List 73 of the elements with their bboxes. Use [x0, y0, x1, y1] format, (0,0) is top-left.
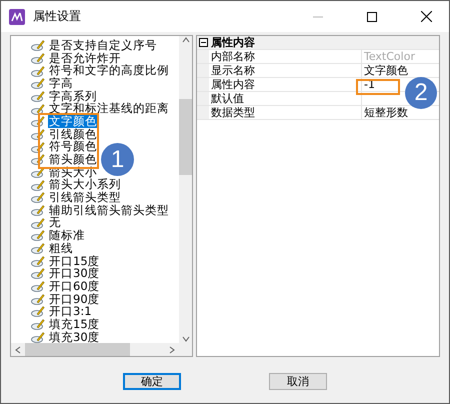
tree-item[interactable]: 符号颜色 [48, 140, 98, 153]
tree-item[interactable]: 箭头颜色 [48, 153, 98, 166]
tree-item[interactable]: 开口3:1 [48, 305, 93, 318]
scroll-down-icon[interactable] [182, 335, 190, 343]
pencil-icon [31, 318, 45, 330]
window-title: 属性设置 [33, 8, 82, 25]
tree-item[interactable]: 符号和文字的高度比例 [48, 64, 170, 77]
property-name: 内部名称 [210, 50, 255, 63]
highlight-frame [356, 79, 400, 95]
app-icon [9, 8, 25, 24]
property-name: 默认值 [210, 92, 244, 105]
tree-item[interactable]: 字高 [48, 77, 74, 90]
collapse-icon[interactable] [198, 38, 208, 47]
scroll-right-icon[interactable] [168, 346, 176, 354]
pencil-icon [31, 305, 45, 318]
pencil-icon [31, 292, 45, 305]
property-name: 属性内容 [210, 78, 255, 91]
pencil-icon [31, 267, 45, 280]
tree-item[interactable]: 填充30度 [48, 330, 101, 343]
dialog-button[interactable]: 确定 [123, 373, 181, 390]
pencil-icon [31, 102, 45, 115]
pencil-icon [31, 166, 45, 178]
pencil-icon [31, 204, 45, 216]
pencil-icon [31, 140, 45, 153]
tree-item[interactable]: 粗线 [48, 242, 74, 254]
close-icon [420, 11, 432, 22]
property-name: 数据类型 [210, 106, 255, 119]
tree-item[interactable]: 引线箭头类型 [48, 191, 122, 204]
pencil-icon [31, 39, 45, 52]
tree-item[interactable]: 文字颜色 [48, 115, 98, 128]
vertical-scrollbar[interactable] [179, 36, 192, 343]
pencil-icon [31, 64, 45, 77]
tree-item[interactable]: 无 [48, 216, 62, 229]
tree-item[interactable]: 字高系列 [48, 90, 98, 102]
pencil-icon [31, 254, 45, 267]
pencil-icon [31, 52, 45, 64]
tree-item[interactable]: 开口90度 [48, 292, 101, 306]
tree-item[interactable]: 文字和标注基线的距离 [48, 102, 170, 115]
pencil-icon [31, 90, 45, 102]
tree-item[interactable]: 是否支持自定义序号 [48, 39, 158, 52]
horizontal-scrollbar[interactable] [11, 343, 179, 356]
tree-item[interactable]: 开口15度 [48, 254, 101, 267]
pencil-icon [31, 115, 45, 128]
tree-item[interactable]: 辅助引线箭头箭头类型 [48, 204, 170, 216]
scroll-thumb[interactable] [179, 99, 192, 175]
property-name: 显示名称 [210, 64, 255, 77]
tree-item[interactable]: 箭头大小系列 [48, 178, 122, 191]
tree-item[interactable]: 开口30度 [48, 267, 101, 280]
pencil-icon [31, 77, 45, 90]
tree-item[interactable]: 开口60度 [48, 280, 101, 292]
pencil-icon [31, 229, 45, 242]
dialog-button[interactable]: 取消 [269, 373, 327, 390]
pencil-icon [31, 191, 45, 204]
minimize-icon [313, 16, 323, 18]
scroll-left-icon[interactable] [14, 346, 22, 354]
tree-item[interactable]: 引线颜色 [48, 128, 98, 140]
property-value[interactable]: 文字颜色 [362, 64, 408, 77]
pencil-icon [31, 216, 45, 229]
pencil-icon [31, 153, 45, 166]
tree-item[interactable]: 随标准 [48, 229, 86, 242]
pencil-icon [31, 330, 45, 343]
property-value: TextColor [363, 50, 415, 63]
pencil-icon [31, 128, 45, 140]
tree-item[interactable]: 是否允许炸开 [48, 52, 122, 64]
scroll-up-icon[interactable] [182, 36, 190, 44]
pencil-icon [31, 178, 45, 191]
maximize-icon [367, 12, 377, 22]
scroll-thumb[interactable] [25, 343, 130, 356]
pencil-icon [31, 242, 45, 254]
pencil-icon [31, 280, 45, 292]
property-value[interactable]: 短整形数 [362, 106, 408, 119]
tree-item[interactable]: 填充15度 [48, 318, 101, 330]
group-header: 属性内容 [210, 36, 255, 49]
